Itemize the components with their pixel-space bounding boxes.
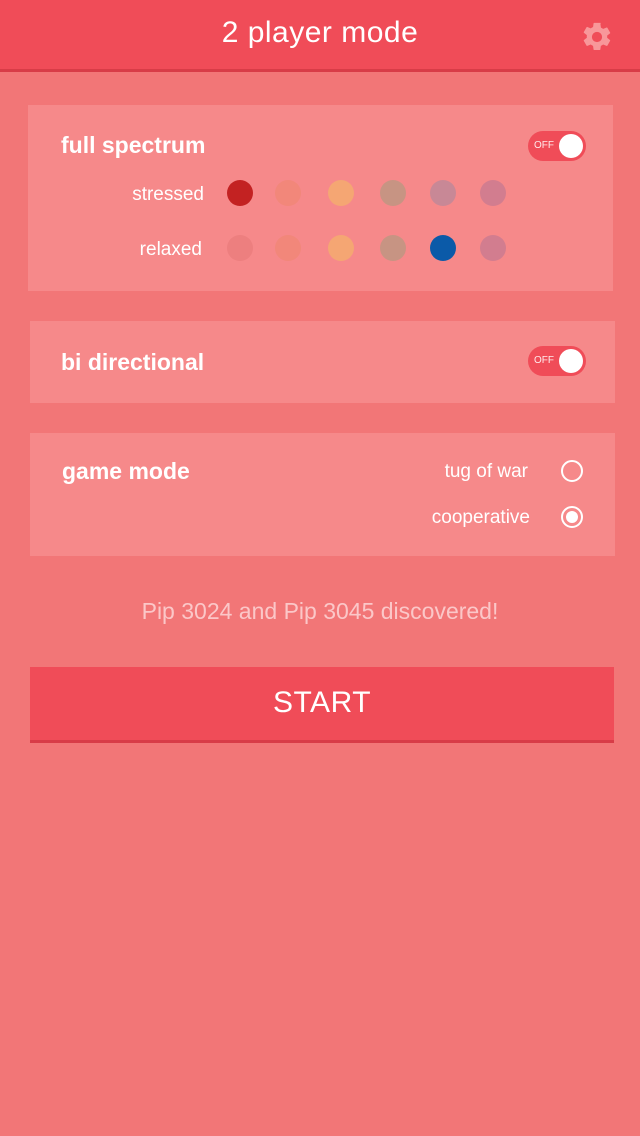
relaxed-color-dot[interactable] bbox=[227, 235, 253, 261]
game-mode-card: game mode tug of war cooperative bbox=[30, 433, 615, 556]
tug-of-war-label: tug of war bbox=[444, 461, 528, 482]
stressed-color-dot[interactable] bbox=[275, 180, 301, 206]
toggle-knob bbox=[559, 134, 583, 158]
game-mode-title: game mode bbox=[62, 458, 190, 484]
start-button-label: START bbox=[272, 686, 372, 719]
bi-directional-card: bi directional OFF bbox=[30, 321, 615, 403]
relaxed-color-dot[interactable] bbox=[380, 235, 406, 261]
cooperative-radio[interactable] bbox=[561, 506, 583, 528]
stressed-label: stressed bbox=[132, 184, 204, 205]
full-spectrum-card: full spectrum OFF stressed relaxed bbox=[28, 105, 613, 291]
full-spectrum-toggle[interactable]: OFF bbox=[528, 131, 586, 161]
relaxed-color-dot[interactable] bbox=[430, 235, 456, 261]
tug-of-war-radio[interactable] bbox=[561, 460, 583, 482]
full-spectrum-title: full spectrum bbox=[61, 132, 206, 158]
page-title: 2 player mode bbox=[221, 16, 419, 49]
bi-directional-title: bi directional bbox=[61, 349, 205, 375]
app-header: 2 player mode bbox=[0, 0, 640, 72]
stressed-color-dot[interactable] bbox=[227, 180, 253, 206]
cooperative-label: cooperative bbox=[431, 507, 530, 528]
radio-selected-dot bbox=[566, 511, 578, 523]
relaxed-label: relaxed bbox=[139, 239, 202, 260]
toggle-knob bbox=[559, 349, 583, 373]
stressed-color-dot[interactable] bbox=[380, 180, 406, 206]
start-button[interactable]: START bbox=[30, 667, 614, 743]
bi-directional-toggle[interactable]: OFF bbox=[528, 346, 586, 376]
relaxed-color-dot[interactable] bbox=[480, 235, 506, 261]
toggle-state-label: OFF bbox=[534, 355, 554, 366]
gear-icon[interactable] bbox=[580, 20, 614, 54]
stressed-color-dot[interactable] bbox=[430, 180, 456, 206]
relaxed-color-dot[interactable] bbox=[328, 235, 354, 261]
toggle-state-label: OFF bbox=[534, 140, 554, 151]
stressed-color-dot[interactable] bbox=[328, 180, 354, 206]
stressed-color-dot[interactable] bbox=[480, 180, 506, 206]
relaxed-color-dot[interactable] bbox=[275, 235, 301, 261]
discovery-status: Pip 3024 and Pip 3045 discovered! bbox=[141, 598, 499, 624]
